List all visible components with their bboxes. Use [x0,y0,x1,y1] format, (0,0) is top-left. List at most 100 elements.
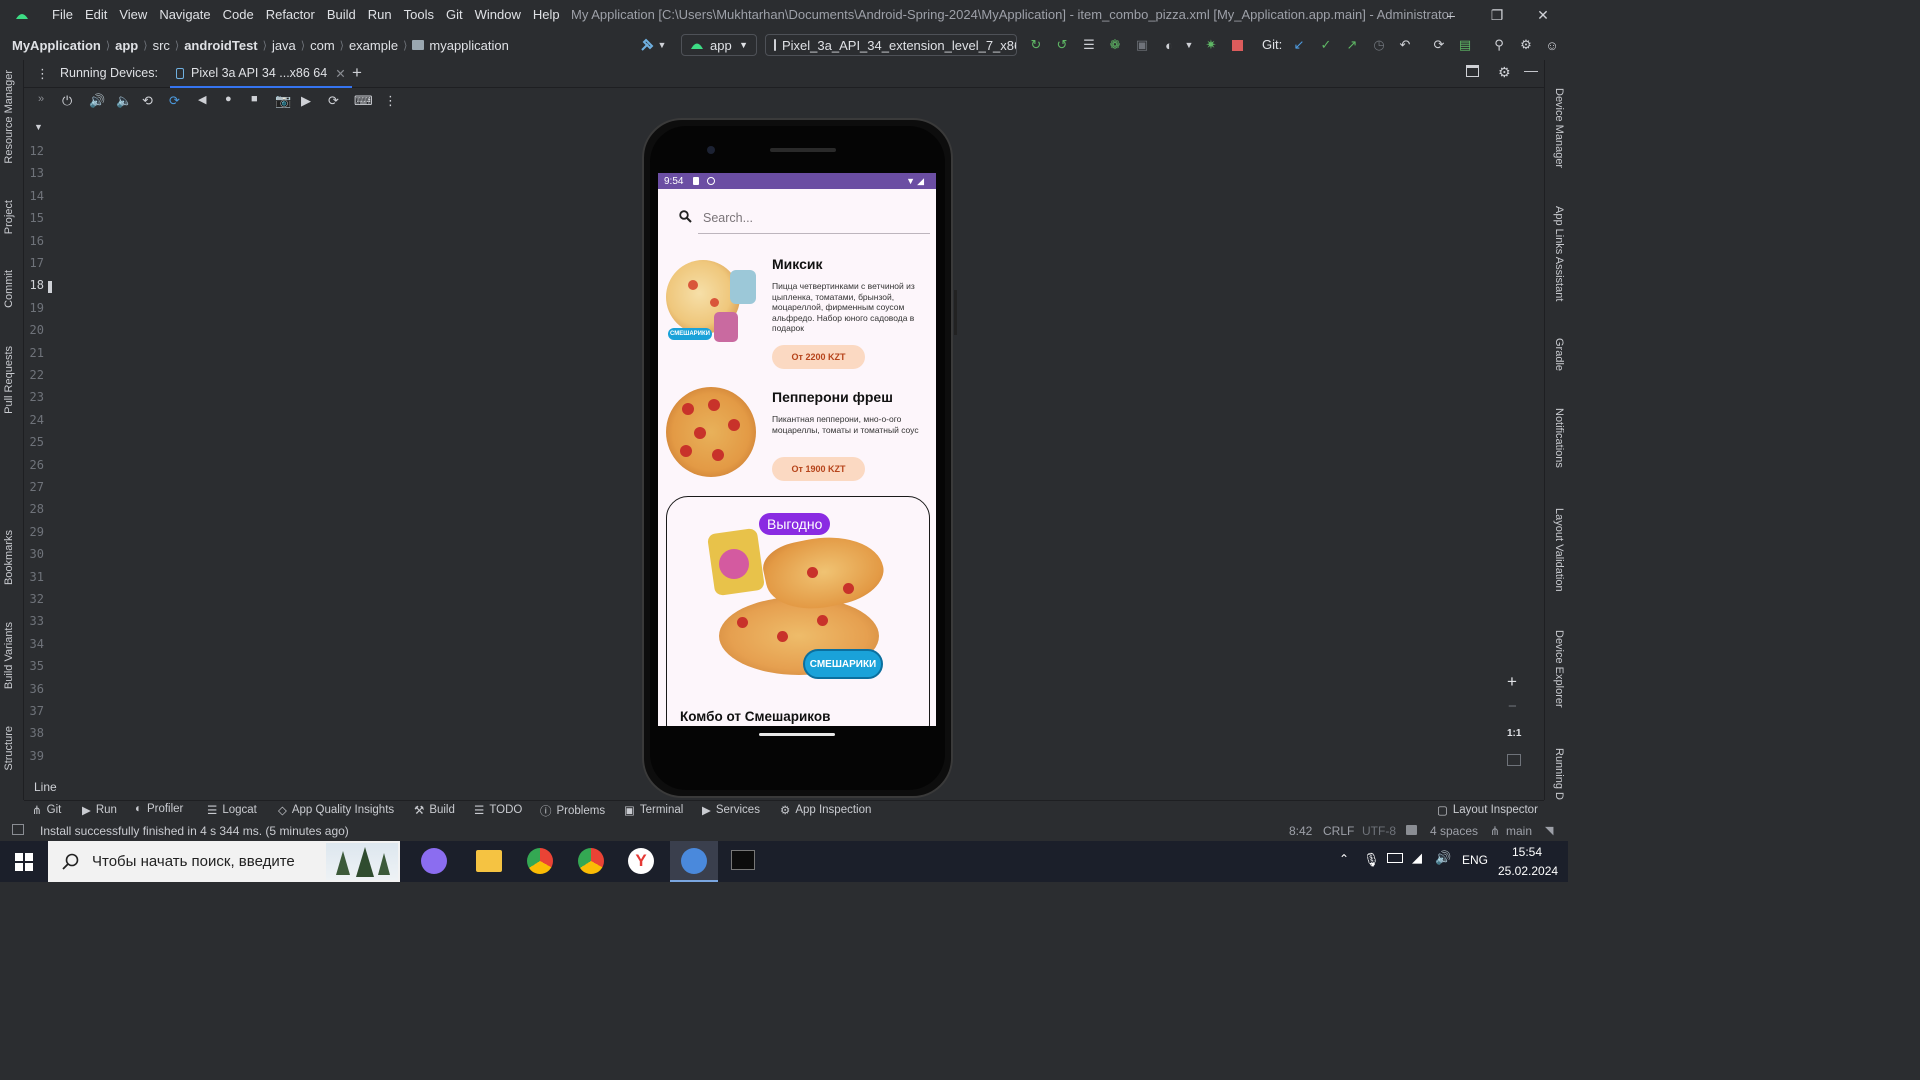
close-icon[interactable]: ✕ [335,66,345,81]
chevron-down-icon[interactable]: ▼ [1180,36,1198,54]
keyboard-icon[interactable]: ⌨ [354,93,373,109]
running-devices-tab[interactable]: Running D [1553,748,1565,800]
zoom-in-button[interactable]: + [1507,672,1517,692]
breadcrumb-item[interactable]: com [310,38,335,53]
device-manager-tab[interactable]: Device Manager [1553,88,1565,168]
build-variants-tab[interactable]: Build Variants [3,622,15,689]
menu-build[interactable]: Build [321,0,362,30]
speaker-icon[interactable]: 🔊 [1435,850,1451,866]
tool-profiler[interactable]: ◐ Profiler [135,803,183,815]
git-commit-icon[interactable]: ✓ [1317,36,1335,54]
menu-help[interactable]: Help [527,0,566,30]
breadcrumb-item[interactable]: MyApplication [12,38,101,53]
tool-build[interactable]: ⚒ Build [414,803,455,817]
add-device-button[interactable]: + [352,63,362,83]
menu-file[interactable]: File [46,0,79,30]
restore-button[interactable]: ❐ [1474,0,1520,30]
menu-tools[interactable]: Tools [398,0,440,30]
device-explorer-tab[interactable]: Device Explorer [1553,630,1565,708]
snapshot-icon[interactable]: ⟳ [328,93,339,109]
run-config-dropdown[interactable]: app ▼ [681,34,757,56]
device-dropdown[interactable]: Pixel_3a_API_34_extension_level_7_x86... [765,34,1017,56]
rotate-left-icon[interactable]: ⟲ [142,93,153,109]
volume-down-icon[interactable]: 🔈 [116,93,132,109]
gesture-bar[interactable] [759,733,835,736]
chevron-double-right-icon[interactable]: » [38,93,44,105]
input-language[interactable]: ENG [1462,853,1488,867]
caret-position[interactable]: 8:42 [1289,824,1312,838]
menu-git[interactable]: Git [440,0,469,30]
minimize-button[interactable]: – [1428,0,1474,30]
chevron-down-icon[interactable]: ▼ [34,122,43,132]
clock-time[interactable]: 15:54 [1512,845,1542,859]
git-update-icon[interactable]: ↙ [1290,36,1308,54]
tool-run[interactable]: ▶ Run [82,803,117,817]
menu-edit[interactable]: Edit [79,0,113,30]
tool-app-inspection[interactable]: ⚙ App Inspection [780,803,871,817]
line-separator[interactable]: CRLF [1323,824,1354,838]
menu-code[interactable]: Code [217,0,260,30]
indent-setting[interactable]: 4 spaces [1430,824,1478,838]
gear-icon[interactable]: ⚙ [1517,36,1535,54]
home-icon[interactable]: ● [225,93,232,105]
breadcrumb-item[interactable]: java [272,38,296,53]
breadcrumb-item[interactable]: androidTest [184,38,257,53]
breadcrumb-item[interactable]: src [153,38,170,53]
window-layout-icon[interactable] [1466,65,1479,77]
file-encoding[interactable]: UTF-8 [1362,824,1396,838]
menu-refactor[interactable]: Refactor [260,0,321,30]
app-links-assistant-tab[interactable]: App Links Assistant [1553,206,1565,301]
breadcrumb-item[interactable]: app [115,38,138,53]
price-button[interactable]: От 2200 KZT [772,345,865,369]
tab-pixel-device[interactable]: Pixel 3a API 34 ...x86 64 ✕ [170,60,352,88]
tool-logcat[interactable]: ☰ Logcat [207,803,257,817]
tool-todo[interactable]: ☰ TODO [474,803,522,817]
back-icon[interactable]: ◀ [198,93,206,106]
git-push-icon[interactable]: ↗ [1343,36,1361,54]
profile-icon[interactable]: ◐ [1160,36,1178,54]
hammer-icon[interactable] [638,36,656,54]
combo-card[interactable]: СМЕШАРИКИ Выгодно Комбо от Смешариков [666,496,930,726]
apply-code-changes-icon[interactable]: ↺ [1053,36,1071,54]
rotate-right-icon[interactable]: ⟳ [169,93,180,109]
tool-layout-inspector[interactable]: ▢ Layout Inspector [1437,803,1538,817]
structure-tab[interactable]: Structure [3,726,15,771]
more-vertical-icon[interactable]: ⋮ [384,93,397,109]
close-window-button[interactable]: ✕ [1520,0,1566,30]
chrome-icon[interactable] [527,848,553,874]
layout-validation-tab[interactable]: Layout Validation [1553,508,1565,592]
bookmarks-tab[interactable]: Bookmarks [3,530,15,585]
history-icon[interactable]: ◷ [1370,36,1388,54]
battery-icon[interactable] [1387,853,1403,863]
chevron-down-icon[interactable]: ▼ [656,36,668,54]
notifications-tab[interactable]: Notifications [1553,408,1565,468]
taskbar-search[interactable]: Чтобы начать поиск, введите [48,841,400,882]
volume-up-icon[interactable]: 🔊 [89,93,105,109]
menu-run[interactable]: Run [362,0,398,30]
phone-screen[interactable]: 9:54 ▼ ◢ Search... СМЕШАРИКИ Миксик Пицц… [658,173,936,726]
chevron-up-icon[interactable]: ⌃ [1339,852,1349,866]
attach-process-icon[interactable]: ✷ [1202,36,1220,54]
clock-date[interactable]: 25.02.2024 [1498,864,1558,878]
lock-icon[interactable]: ◥ [1545,824,1553,837]
video-icon[interactable]: ▶ [301,93,311,109]
microphone-icon[interactable]: 🎙 [1363,852,1380,868]
device-manager-icon[interactable]: ▤ [1456,36,1474,54]
tool-app-quality-insights[interactable]: ◇ App Quality Insights [278,803,394,817]
zoom-actual-size-button[interactable]: 1:1 [1507,728,1521,739]
tool-terminal[interactable]: ▣ Terminal [624,803,683,817]
breadcrumb-item[interactable]: myapplication [429,38,509,53]
chrome-profile-icon[interactable] [578,848,604,874]
debug-icon[interactable]: ❁ [1106,36,1124,54]
terminal-taskbar-icon[interactable] [731,850,755,870]
price-button[interactable]: От 1900 KZT [772,457,865,481]
project-tab[interactable]: Project [3,200,15,234]
tool-git[interactable]: ⋔ Git [32,803,61,817]
pull-requests-tab[interactable]: Pull Requests [3,346,15,414]
breadcrumb-item[interactable]: example [349,38,398,53]
panel-toggle-icon[interactable] [12,824,24,835]
gradle-tab[interactable]: Gradle [1553,338,1565,371]
sync-gradle-icon[interactable]: ⟳ [1430,36,1448,54]
rollback-icon[interactable]: ↶ [1396,36,1414,54]
zoom-out-button[interactable]: − [1508,698,1517,715]
